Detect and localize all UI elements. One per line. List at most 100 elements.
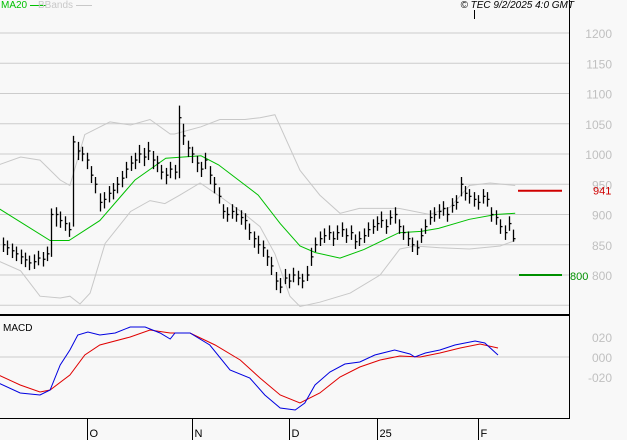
ohlc-bar xyxy=(332,231,336,246)
ohlc-bar xyxy=(490,207,494,222)
support-label: 800 xyxy=(570,271,588,283)
resistance-label: 941 xyxy=(593,186,611,198)
ohlc-bar xyxy=(482,189,486,204)
ohlc-bar xyxy=(358,231,362,246)
ohlc-bar xyxy=(314,237,318,253)
x-tick-label: N xyxy=(195,428,203,440)
legend-ma20-label: MA20 xyxy=(1,0,28,11)
price-tick-label: 900 xyxy=(592,209,612,223)
ohlc-bar xyxy=(451,198,455,213)
ohlc-bar xyxy=(248,223,252,240)
ohlc-bar xyxy=(253,231,257,248)
legend-bbands-label: BBands xyxy=(38,0,74,11)
ohlc-bar xyxy=(81,146,85,162)
ohlc-bar xyxy=(336,225,340,240)
macd-tick-label: 000 xyxy=(592,351,612,365)
ohlc-bar xyxy=(495,210,499,225)
stock-chart: 800 850 900 950 1000 1050 1100 1150 1200 020 000 -0… xyxy=(0,0,627,440)
ohlc-bar xyxy=(116,176,120,194)
ohlc-bar xyxy=(367,222,371,237)
ohlc-bar xyxy=(160,164,164,180)
ohlc-bar xyxy=(262,240,266,257)
ohlc-bar xyxy=(200,161,204,177)
price-tick-label: 1100 xyxy=(586,88,612,102)
ohlc-bar xyxy=(15,246,19,262)
ohlc-bar xyxy=(196,155,200,173)
ohlc-bar xyxy=(130,155,134,171)
ohlc-bar xyxy=(416,240,420,256)
ohlc-bar xyxy=(279,278,283,294)
ohlc-bar xyxy=(442,201,446,216)
ohlc-bar xyxy=(407,231,411,246)
ohlc-bar xyxy=(2,237,6,253)
price-tick-label: 850 xyxy=(592,239,612,253)
ohlc-bar xyxy=(94,176,98,194)
ohlc-bar xyxy=(33,254,37,269)
ohlc-bar xyxy=(46,246,50,262)
ohlc-bar xyxy=(328,225,332,240)
price-tick-label: 1000 xyxy=(585,148,612,162)
ohlc-bar xyxy=(204,152,208,170)
ohlc-bar xyxy=(468,189,472,204)
ohlc-bar xyxy=(147,141,151,161)
x-tick-label: F xyxy=(481,428,488,440)
ohlc-bar xyxy=(178,105,182,179)
ohlc-bar xyxy=(86,152,90,170)
ohlc-bar xyxy=(345,228,349,243)
chart-canvas: 80085090095010001050110011501200020000-0… xyxy=(0,0,612,440)
ohlc-bar xyxy=(363,228,367,243)
ohlc-bar xyxy=(385,219,389,234)
price-tick-label: 1150 xyxy=(586,57,612,71)
ohlc-bar xyxy=(28,255,32,271)
ohlc-bar xyxy=(72,135,76,227)
ohlc-bar xyxy=(508,216,512,231)
ohlc-bar xyxy=(477,195,481,210)
ohlc-bar xyxy=(341,222,345,237)
ohlc-bar xyxy=(42,252,46,267)
ohlc-bar xyxy=(121,170,125,188)
ohlc-bar xyxy=(411,237,415,253)
ohlc-bar xyxy=(266,249,270,266)
ohlc-bar xyxy=(24,252,28,268)
price-tick-label: 800 xyxy=(592,269,612,283)
ohlc-bar xyxy=(20,249,24,265)
ohlc-bar xyxy=(125,161,129,179)
ohlc-bar xyxy=(297,270,301,286)
ohlc-bar xyxy=(182,123,186,145)
ohlc-bar xyxy=(486,192,490,207)
ohlc-bar xyxy=(402,225,406,240)
ohlc-bar xyxy=(187,140,191,158)
ohlc-bar xyxy=(6,240,10,256)
price-tick-label: 1200 xyxy=(585,27,612,41)
ohlc-bar xyxy=(37,250,41,266)
macd-panel-title: MACD xyxy=(3,323,32,334)
x-tick-label: 25 xyxy=(380,428,392,440)
legend-bbands-swatch xyxy=(75,4,92,6)
ohlc-bar xyxy=(68,222,72,237)
ohlc-bar xyxy=(270,256,274,275)
legend-bbands: BBands xyxy=(38,0,92,12)
macd-tick-label: -020 xyxy=(588,371,612,385)
ohlc-bar xyxy=(108,186,112,203)
ohlc-bar xyxy=(50,208,54,257)
ohlc-bar xyxy=(226,207,230,222)
ohlc-bar xyxy=(174,164,178,180)
ohlc-bar xyxy=(394,207,398,224)
ohlc-bar xyxy=(438,204,442,219)
x-tick-label: D xyxy=(292,428,300,440)
ohlc-bar xyxy=(473,192,477,207)
ohlc-bar xyxy=(389,210,393,225)
x-tick-label: O xyxy=(90,428,99,440)
ohlc-bar xyxy=(288,273,292,289)
ohlc-bar xyxy=(499,219,503,234)
ohlc-bar xyxy=(99,193,103,212)
ohlc-bar xyxy=(90,166,94,184)
ohlc-bar xyxy=(372,219,376,234)
ohlc-bar xyxy=(11,243,15,259)
ohlc-bar xyxy=(55,207,59,227)
ohlc-bar xyxy=(284,268,288,285)
copyright-label: © TEC 9/2/2025 4:0 GMT xyxy=(460,0,574,11)
ohlc-bar xyxy=(143,147,147,167)
ohlc-bar xyxy=(257,235,261,254)
ohlc-bar xyxy=(213,176,217,194)
